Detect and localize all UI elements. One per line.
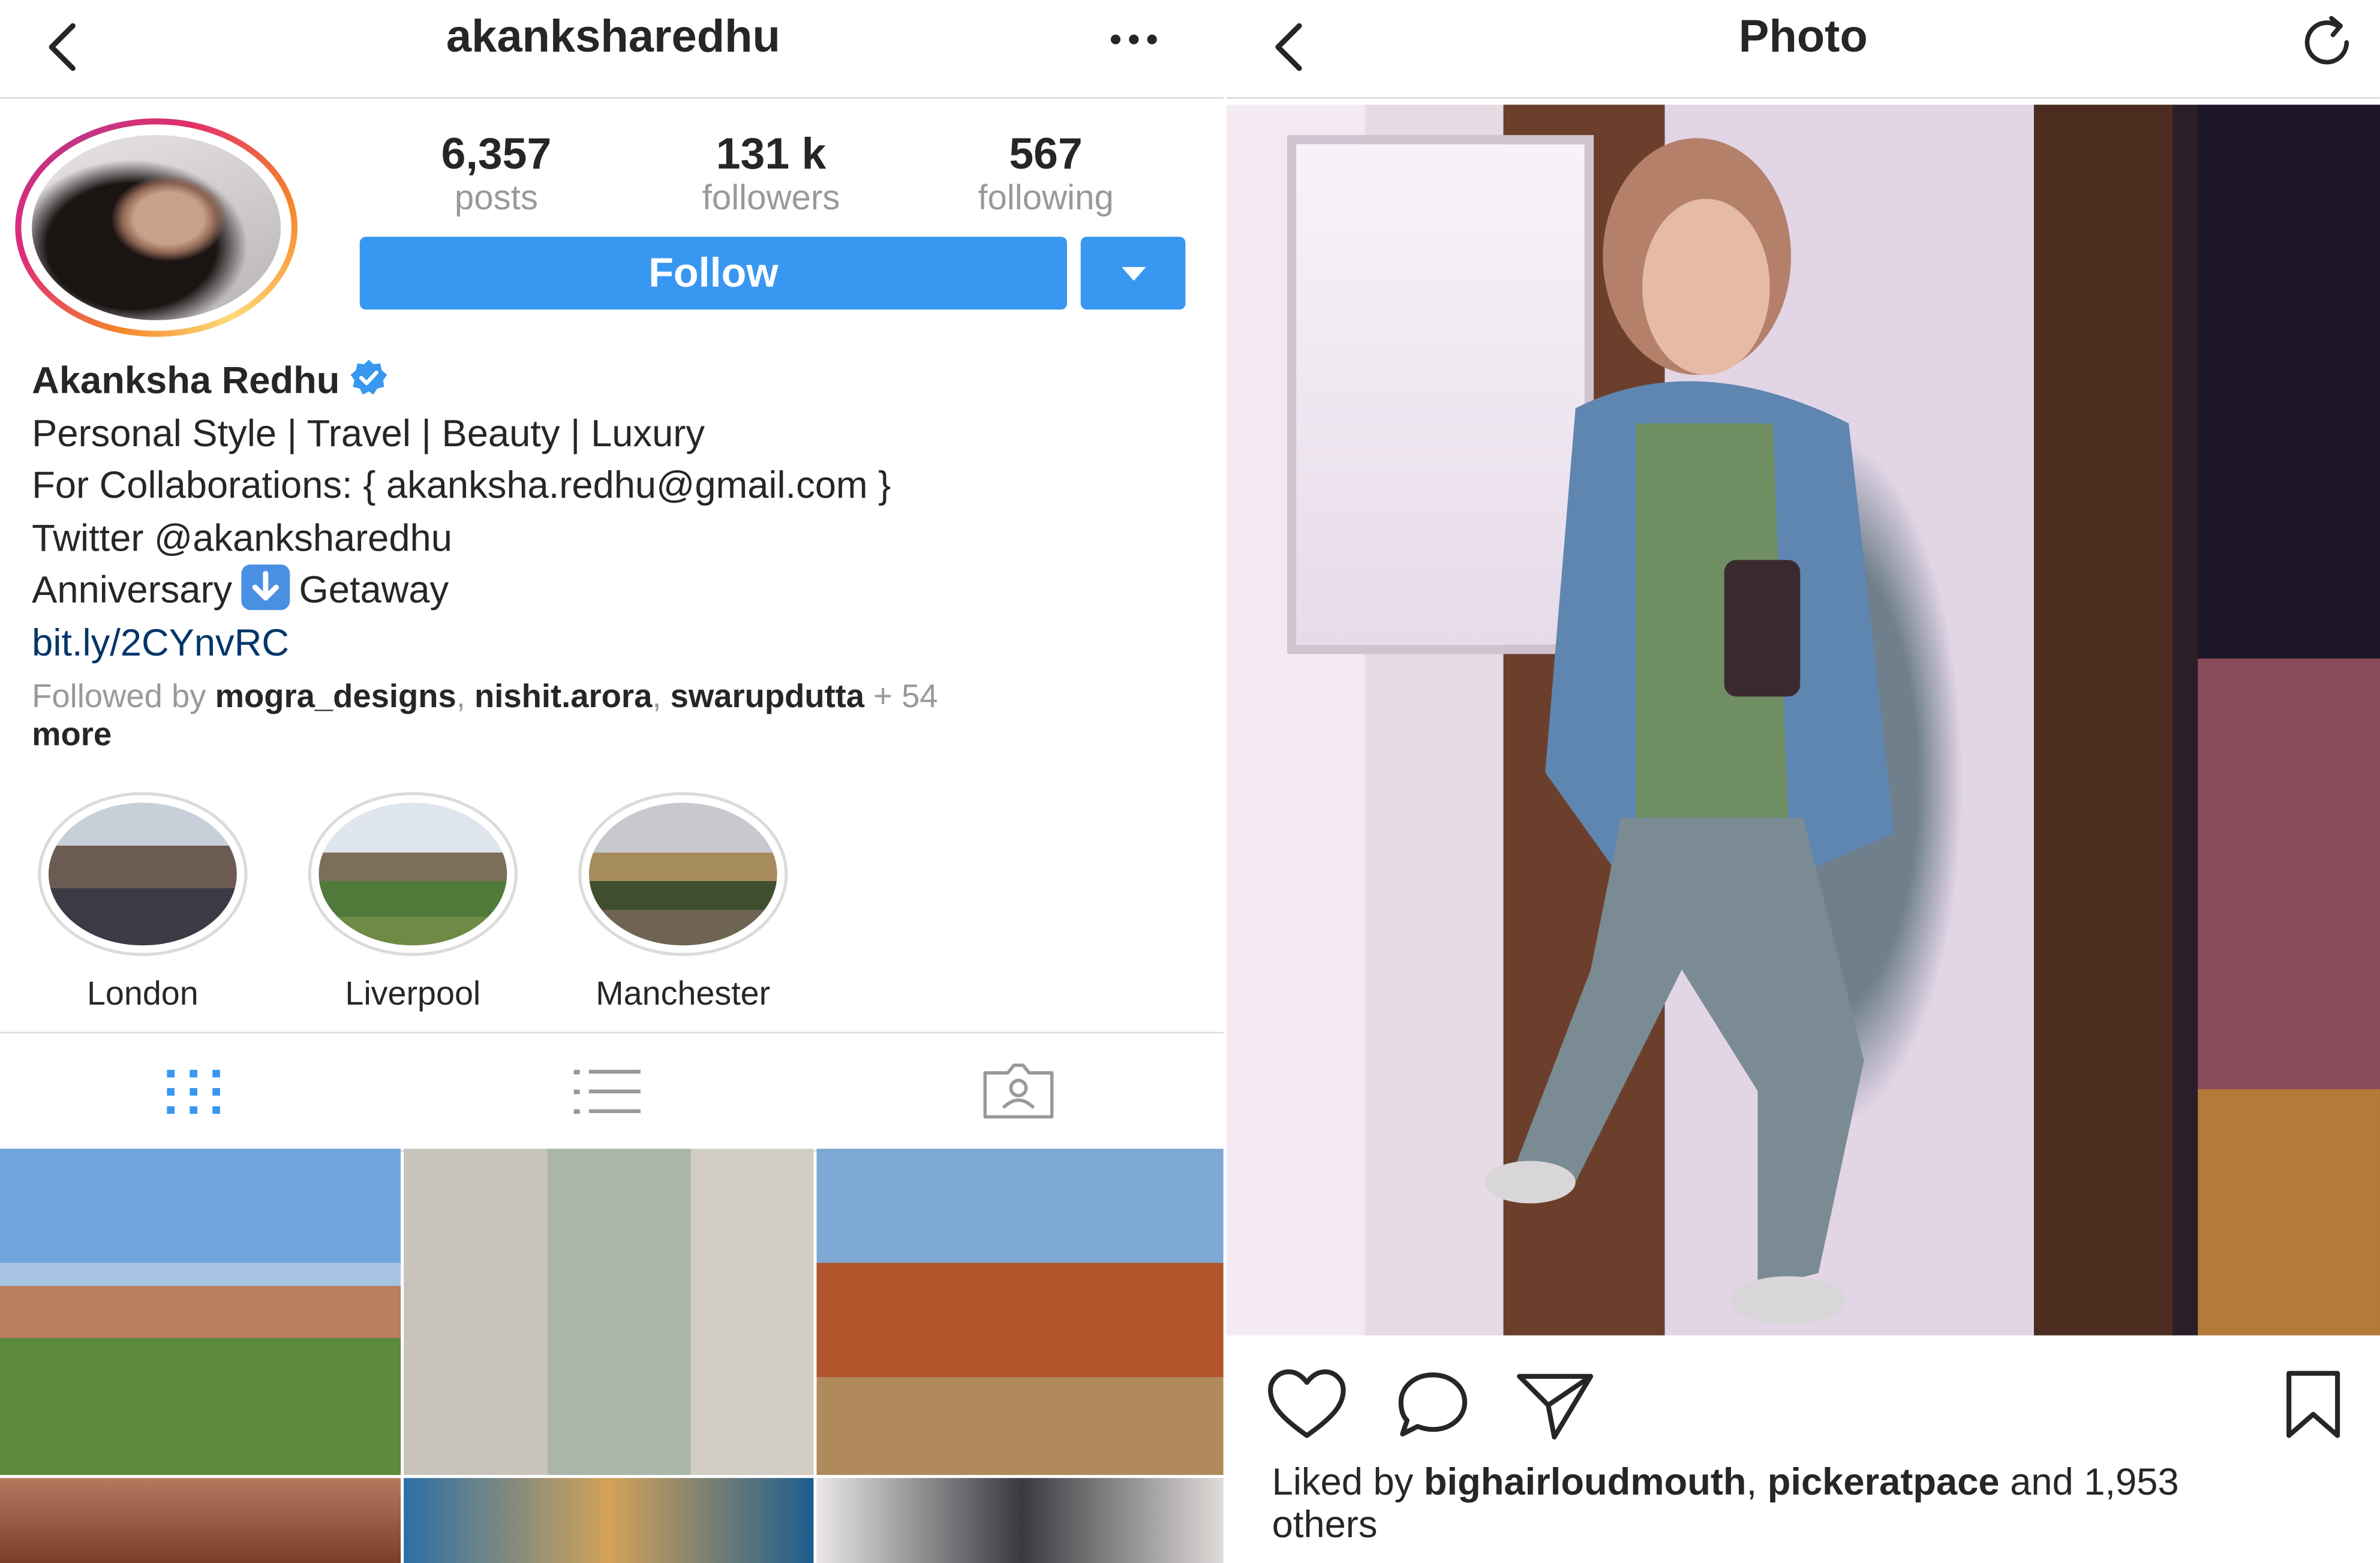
down-arrow-emoji-icon <box>241 565 290 611</box>
followers-label: followers <box>702 178 840 217</box>
liked-by[interactable]: Liked by bighairloudmouth, pickeratpace … <box>1272 1461 2365 1546</box>
followed-by-user[interactable]: mogra_designs <box>215 678 456 715</box>
highlight-label: Manchester <box>596 974 771 1012</box>
post-photo[interactable] <box>1226 104 2380 1336</box>
photo-top-bar: Photo <box>1226 0 2380 99</box>
followed-by-prefix: Followed by <box>32 678 206 715</box>
highlight-label: Liverpool <box>345 974 481 1012</box>
followed-by[interactable]: Followed by mogra_designs, nishit.arora,… <box>32 678 1201 753</box>
following-stat[interactable]: 567 following <box>939 128 1152 217</box>
followed-by-count: + 54 <box>873 678 938 715</box>
liked-by-others[interactable]: others <box>1272 1504 1378 1546</box>
follow-button[interactable]: Follow <box>359 236 1068 310</box>
profile-username: akanksharedhu <box>446 12 780 62</box>
list-icon[interactable] <box>573 1067 644 1119</box>
post-thumbnail[interactable] <box>816 1149 1227 1475</box>
followed-by-user[interactable]: nishit.arora <box>474 678 652 715</box>
suggestions-dropdown-button[interactable] <box>1080 236 1186 310</box>
highlight-manchester[interactable]: Manchester <box>561 792 804 1014</box>
liked-by-count: and 1,953 <box>2010 1461 2179 1504</box>
photo-screen: Photo Liked by bighairloudmouth, pickera… <box>1226 0 2380 1563</box>
share-icon[interactable] <box>1515 1369 1597 1441</box>
post-thumbnail[interactable] <box>0 1478 401 1563</box>
followers-count: 131 k <box>716 130 827 179</box>
highlight-cover <box>318 802 507 946</box>
photo-screen-title: Photo <box>1738 12 1868 62</box>
refresh-icon[interactable] <box>2298 12 2358 73</box>
posts-stat[interactable]: 6,357 posts <box>390 128 602 217</box>
highlight-london[interactable]: London <box>21 792 264 1014</box>
post-thumbnail[interactable] <box>404 1149 814 1475</box>
avatar-image <box>32 135 281 320</box>
post-thumbnail[interactable] <box>0 1149 401 1475</box>
profile-screen: akanksharedhu 6,357 posts 131 k follower… <box>0 0 1227 1563</box>
post-actions <box>1227 1351 2380 1457</box>
bio-line-4-end: Getaway <box>299 569 449 612</box>
followed-by-suffix: + 54 <box>873 678 937 715</box>
more-icon[interactable] <box>1108 21 1159 58</box>
profile-view-tabs <box>0 1032 1227 1152</box>
highlight-cover <box>48 802 237 946</box>
followed-by-user[interactable]: swarupdutta <box>671 678 864 715</box>
highlight-cover <box>588 802 777 946</box>
post-thumbnail[interactable] <box>404 1478 814 1563</box>
heart-icon[interactable] <box>1266 1369 1348 1441</box>
avatar[interactable] <box>15 118 298 337</box>
bio: Akanksha Redhu Personal Style | Travel |… <box>32 355 1216 670</box>
following-count: 567 <box>1009 130 1083 179</box>
followed-by-more[interactable]: more <box>32 716 112 752</box>
bio-line-1: Personal Style | Travel | Beauty | Luxur… <box>32 412 705 455</box>
liked-by-user[interactable]: bighairloudmouth <box>1424 1461 1747 1504</box>
bio-line-3: Twitter @akanksharedhu <box>32 517 452 560</box>
chevron-down-icon <box>1122 267 1146 281</box>
followers-stat[interactable]: 131 k followers <box>665 128 877 217</box>
highlight-label: London <box>86 974 199 1012</box>
profile-full-name: Akanksha Redhu <box>32 359 340 402</box>
bio-line-4: Anniversary Getaway <box>32 565 1216 618</box>
posts-label: posts <box>454 178 539 217</box>
bio-link[interactable]: bit.ly/2CYnvRC <box>32 618 1216 671</box>
grid-icon[interactable] <box>164 1067 224 1119</box>
verified-icon <box>350 359 387 395</box>
profile-top-bar: akanksharedhu <box>0 0 1227 99</box>
liked-by-user[interactable]: pickeratpace <box>1768 1461 2000 1504</box>
post-thumbnail[interactable] <box>816 1478 1227 1563</box>
photo-door <box>2198 104 2380 1336</box>
bookmark-icon[interactable] <box>2283 1369 2343 1441</box>
following-label: following <box>978 178 1114 217</box>
comment-icon[interactable] <box>1393 1369 1473 1441</box>
bio-line-4-start: Anniversary <box>32 569 233 612</box>
liked-by-prefix: Liked by <box>1272 1461 1414 1504</box>
posts-count: 6,357 <box>441 130 552 179</box>
tagged-icon[interactable] <box>981 1061 1057 1122</box>
bio-line-2: For Collaborations: { akanksha.redhu@gma… <box>32 464 891 507</box>
highlight-liverpool[interactable]: Liverpool <box>292 792 534 1014</box>
photo-person <box>1484 138 1895 1325</box>
